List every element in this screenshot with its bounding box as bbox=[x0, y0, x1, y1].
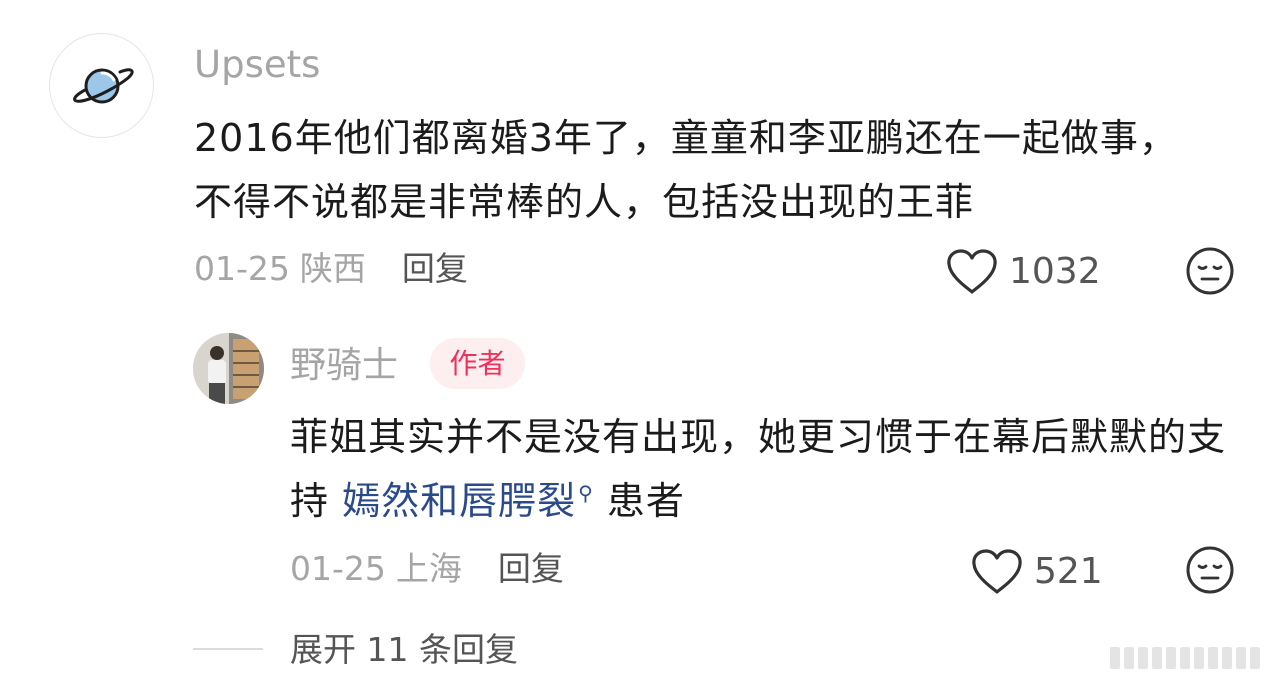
author-badge: 作者 bbox=[430, 338, 525, 389]
person-photo bbox=[193, 333, 264, 404]
comment-location: 陕西 bbox=[299, 249, 366, 288]
comment-like-button[interactable]: 1032 bbox=[945, 248, 1101, 296]
planet-icon bbox=[72, 67, 134, 103]
comment-text: 2016年他们都离婚3年了，童童和李亚鹏还在一起做事，不得不说都是非常棒的人，包… bbox=[194, 116, 1178, 224]
home-indicator-icon bbox=[1110, 647, 1260, 669]
expand-divider bbox=[193, 648, 263, 650]
reply-reply-button[interactable]: 回复 bbox=[498, 549, 564, 588]
reply-text-after: 患者 bbox=[593, 479, 685, 523]
reply-date: 01-25 bbox=[290, 549, 386, 588]
reply-like-button[interactable]: 521 bbox=[970, 548, 1103, 596]
commenter-avatar[interactable] bbox=[49, 33, 154, 138]
search-term-link[interactable]: 嫣然和唇腭裂 bbox=[342, 479, 576, 523]
reply-meta: 01-25 上海 回复 bbox=[290, 549, 564, 589]
comment-like-count: 1032 bbox=[1009, 251, 1101, 292]
expand-replies-button[interactable]: 展开 11 条回复 bbox=[290, 630, 518, 670]
commenter-username[interactable]: Upsets bbox=[194, 42, 320, 88]
neutral-face-icon[interactable] bbox=[1185, 545, 1235, 595]
heart-outline-icon bbox=[972, 549, 1022, 594]
reply-text: 菲姐其实并不是没有出现，她更习惯于在幕后默默的支持 嫣然和唇腭裂 ⚲ 患者 bbox=[290, 405, 1230, 533]
reply-location: 上海 bbox=[395, 549, 462, 588]
heart-outline-icon bbox=[947, 249, 997, 294]
comment-meta: 01-25 陕西 回复 bbox=[194, 249, 468, 289]
reply-like-count: 521 bbox=[1034, 551, 1103, 592]
reply-author-username[interactable]: 野骑士 bbox=[290, 343, 398, 389]
comment-date: 01-25 bbox=[194, 249, 290, 288]
neutral-face-icon[interactable] bbox=[1185, 246, 1235, 296]
search-icon[interactable]: ⚲ bbox=[578, 481, 594, 505]
reply-author-avatar[interactable] bbox=[193, 333, 264, 404]
comment-reply-button[interactable]: 回复 bbox=[402, 249, 468, 288]
